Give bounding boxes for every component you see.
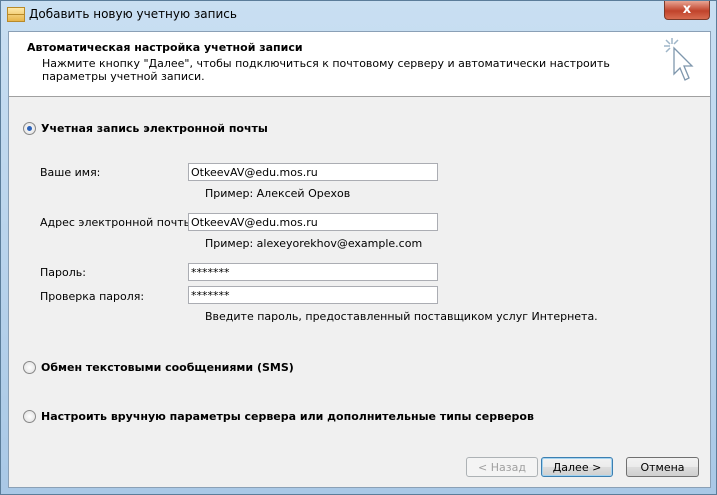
- password-hint: Введите пароль, предоставленный поставщи…: [205, 310, 598, 323]
- email-field[interactable]: OtkeevAV@edu.mos.ru: [188, 213, 438, 231]
- email-label: Адрес электронной почты:: [40, 216, 197, 229]
- option-sms-label: Обмен текстовыми сообщениями (SMS): [41, 361, 294, 374]
- confirm-password-field[interactable]: *******: [188, 286, 438, 304]
- option-manual-label: Настроить вручную параметры сервера или …: [41, 410, 534, 423]
- dialog-header: Автоматическая настройка учетной записи …: [9, 32, 710, 97]
- option-sms[interactable]: Обмен текстовыми сообщениями (SMS): [23, 361, 294, 374]
- radio-sms[interactable]: [23, 361, 36, 374]
- dialog-footer: < Назад Далее > Отмена: [9, 447, 710, 487]
- title-bar: Добавить новую учетную запись x: [1, 1, 716, 31]
- add-account-window: Добавить новую учетную запись x Автомати…: [0, 0, 717, 495]
- option-email-label: Учетная запись электронной почты: [41, 122, 268, 135]
- radio-email-account[interactable]: [23, 122, 36, 135]
- password-field[interactable]: *******: [188, 263, 438, 281]
- back-button[interactable]: < Назад: [466, 457, 538, 477]
- name-field[interactable]: OtkeevAV@edu.mos.ru: [188, 163, 438, 181]
- next-button[interactable]: Далее >: [541, 457, 613, 477]
- dialog-body: Учетная запись электронной почты Ваше им…: [9, 97, 710, 447]
- close-button[interactable]: x: [664, 1, 710, 20]
- option-manual[interactable]: Настроить вручную параметры сервера или …: [23, 410, 534, 423]
- cursor-click-icon: [664, 38, 694, 81]
- confirm-password-label: Проверка пароля:: [40, 290, 145, 303]
- dialog-client: Автоматическая настройка учетной записи …: [8, 31, 711, 488]
- mail-app-icon: [7, 7, 25, 22]
- password-label: Пароль:: [40, 266, 86, 279]
- name-label: Ваше имя:: [40, 166, 101, 179]
- header-description: Нажмите кнопку "Далее", чтобы подключить…: [42, 57, 610, 83]
- window-title: Добавить новую учетную запись: [29, 7, 237, 21]
- cancel-button[interactable]: Отмена: [626, 457, 699, 477]
- header-title: Автоматическая настройка учетной записи: [27, 41, 303, 54]
- name-hint: Пример: Алексей Орехов: [205, 187, 351, 200]
- email-hint: Пример: alexeyorekhov@example.com: [205, 237, 423, 250]
- option-email-account[interactable]: Учетная запись электронной почты: [23, 122, 268, 135]
- radio-manual[interactable]: [23, 410, 36, 423]
